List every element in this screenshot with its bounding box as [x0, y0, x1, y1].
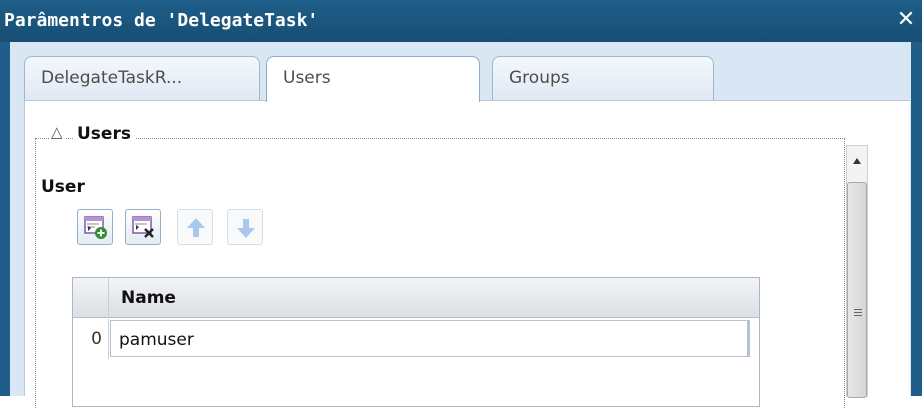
- parameters-dialog: Parâmentros de 'DelegateTask' ✕ Delegate…: [0, 0, 922, 408]
- users-grid: Name 0 pamuser: [72, 277, 760, 407]
- user-field-label: User: [41, 177, 85, 197]
- collapse-toggle-icon[interactable]: △: [49, 123, 65, 141]
- move-up-button[interactable]: [177, 209, 213, 245]
- move-down-button[interactable]: [227, 209, 263, 245]
- move-down-icon: [237, 219, 255, 238]
- tab-users[interactable]: Users: [266, 56, 480, 102]
- row-number-header: [73, 278, 109, 318]
- delete-row-icon: [132, 216, 154, 238]
- dialog-frame: DelegateTaskR... Users Groups △ Users Us…: [0, 42, 922, 408]
- users-section-legend: Users: [73, 124, 135, 144]
- add-row-icon: [84, 216, 107, 239]
- tab-label: DelegateTaskR...: [41, 68, 183, 88]
- column-header-name[interactable]: Name: [121, 288, 176, 308]
- dialog-title: Parâmentros de 'DelegateTask': [4, 10, 319, 31]
- grid-header: Name: [73, 278, 759, 318]
- scrollbar-thumb[interactable]: [847, 182, 867, 398]
- dialog-body: DelegateTaskR... Users Groups △ Users Us…: [10, 42, 911, 408]
- tab-groups[interactable]: Groups: [492, 56, 714, 100]
- tab-content-panel: △ Users User Name 0 pamuser: [24, 100, 910, 408]
- tab-strip: DelegateTaskR... Users Groups: [10, 42, 911, 102]
- tab-label: Groups: [509, 68, 570, 88]
- add-row-button[interactable]: [77, 209, 113, 245]
- name-cell-editor[interactable]: pamuser: [110, 320, 750, 357]
- table-row[interactable]: 0 pamuser: [73, 319, 759, 359]
- scroll-grip-icon: [854, 309, 862, 316]
- tab-label: Users: [283, 68, 331, 88]
- delete-row-button[interactable]: [125, 209, 161, 245]
- close-icon[interactable]: ✕: [894, 5, 918, 35]
- tab-delegatetaskr[interactable]: DelegateTaskR...: [24, 56, 260, 100]
- row-number: 0: [73, 319, 109, 359]
- scroll-up-arrow-icon[interactable]: [847, 146, 867, 176]
- dialog-title-bar[interactable]: Parâmentros de 'DelegateTask' ✕: [0, 0, 922, 42]
- vertical-scrollbar[interactable]: [846, 145, 868, 398]
- move-up-icon: [187, 218, 205, 237]
